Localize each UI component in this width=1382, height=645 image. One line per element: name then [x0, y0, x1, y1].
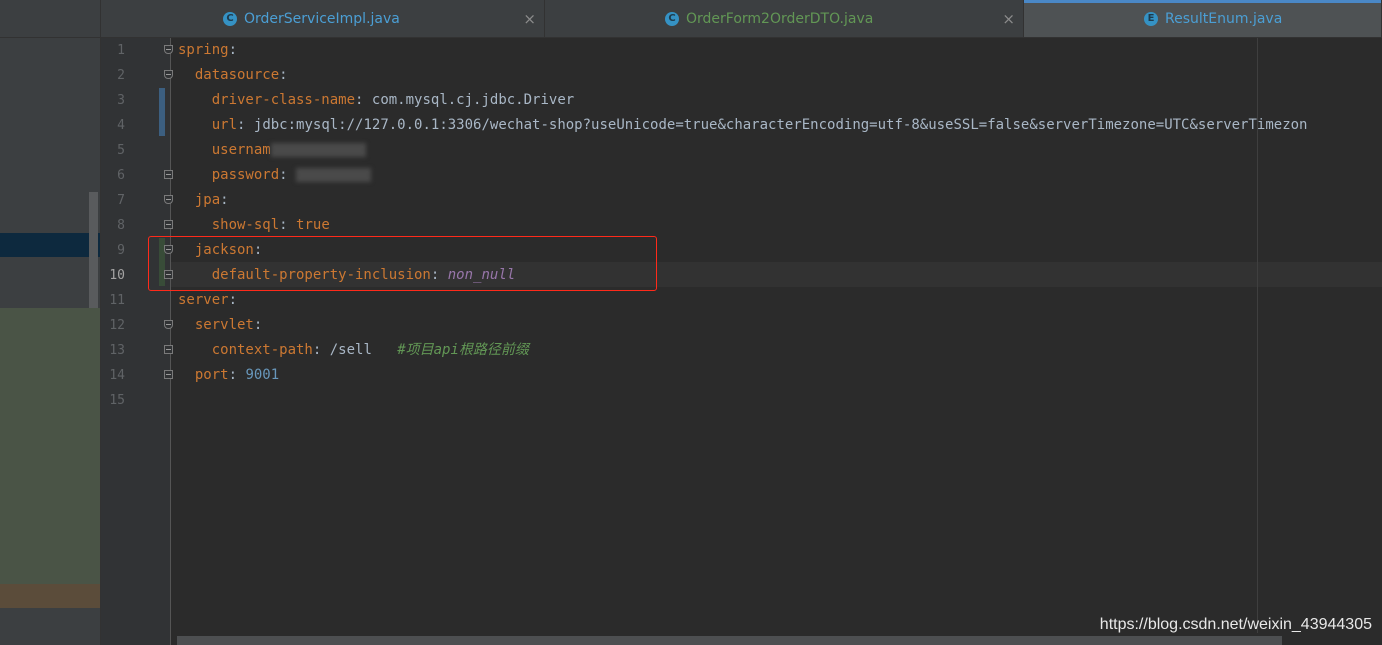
fold-icon[interactable] [164, 195, 173, 204]
code-line[interactable]: server: [178, 288, 237, 313]
java-class-icon: C [223, 11, 237, 26]
horizontal-scrollbar-thumb[interactable] [177, 636, 1282, 645]
line-number: 3 [117, 93, 125, 108]
code-line[interactable]: jpa: [178, 188, 229, 213]
yaml-value: jdbc:mysql://127.0.0.1:3306/wechat-shop?… [253, 117, 1308, 133]
line-number: 9 [117, 243, 125, 258]
java-enum-icon: E [1144, 11, 1158, 26]
yaml-value: 9001 [245, 367, 280, 383]
line-number: 5 [117, 143, 125, 158]
yaml-key: datasource [194, 67, 280, 83]
line-number: 7 [117, 193, 125, 208]
yaml-key: password [211, 167, 280, 183]
line-number: 12 [109, 318, 125, 333]
project-panel-region [0, 308, 100, 584]
code-line[interactable]: spring: [178, 38, 237, 63]
yaml-value: /sell [329, 342, 372, 358]
yaml-comment: #项目api根路径前缀 [397, 342, 529, 358]
project-panel-header [0, 0, 100, 38]
code-line[interactable]: usernam [178, 138, 366, 163]
tab-order-form-2-order-dto[interactable]: C OrderForm2OrderDTO.java × [545, 0, 1024, 37]
code-line[interactable]: url: jdbc:mysql://127.0.0.1:3306/wechat-… [178, 113, 1308, 138]
line-number: 2 [117, 68, 125, 83]
yaml-key: jpa [194, 192, 221, 208]
yaml-key: spring [178, 42, 229, 58]
fold-icon[interactable] [164, 345, 173, 354]
yaml-key: show-sql [211, 217, 280, 233]
watermark: https://blog.csdn.net/weixin_43944305 [1099, 616, 1372, 633]
line-number: 13 [109, 343, 125, 358]
editor-tab-bar: C OrderServiceImpl.java × C OrderForm2Or… [101, 0, 1382, 38]
fold-icon[interactable] [164, 70, 173, 79]
fold-icon[interactable] [164, 45, 173, 54]
project-panel[interactable] [0, 0, 101, 645]
yaml-key: server [178, 292, 229, 308]
redacted-value [270, 143, 366, 157]
fold-icon[interactable] [164, 370, 173, 379]
fold-icon[interactable] [164, 320, 173, 329]
code-line[interactable]: port: 9001 [178, 363, 279, 388]
code-line[interactable]: show-sql: true [178, 213, 330, 238]
redacted-value [296, 168, 372, 182]
line-number: 8 [117, 218, 125, 233]
line-number: 14 [109, 368, 125, 383]
line-number: 10 [109, 268, 125, 283]
code-line[interactable]: context-path: /sell #项目api根路径前缀 [178, 338, 529, 363]
line-number: 1 [117, 43, 125, 58]
line-number: 6 [117, 168, 125, 183]
yaml-key: usernam [211, 142, 271, 158]
yaml-value: com.mysql.cj.jdbc.Driver [371, 92, 575, 108]
tab-order-service-impl[interactable]: C OrderServiceImpl.java × [101, 0, 545, 37]
annotation-highlight-box [148, 236, 657, 291]
fold-icon[interactable] [164, 170, 173, 179]
code-line[interactable]: servlet: [178, 313, 262, 338]
line-number: 11 [109, 293, 125, 308]
close-icon[interactable]: × [523, 10, 536, 28]
tab-label: OrderForm2OrderDTO.java [686, 10, 874, 27]
java-class-icon: C [665, 11, 679, 26]
yaml-key: url [211, 117, 238, 133]
yaml-key: servlet [194, 317, 254, 333]
code-line[interactable]: password: [178, 163, 372, 188]
code-line[interactable]: driver-class-name: com.mysql.cj.jdbc.Dri… [178, 88, 574, 113]
yaml-key: context-path [211, 342, 313, 358]
code-line[interactable]: datasource: [178, 63, 288, 88]
yaml-value: true [296, 217, 330, 233]
tab-label: ResultEnum.java [1165, 10, 1283, 27]
project-panel-row[interactable] [0, 584, 100, 608]
line-number: 4 [117, 118, 125, 133]
fold-icon[interactable] [164, 220, 173, 229]
line-number: 15 [109, 393, 125, 408]
tab-label: OrderServiceImpl.java [244, 10, 400, 27]
yaml-key: port [194, 367, 229, 383]
project-panel-scrollbar[interactable] [89, 192, 98, 308]
yaml-key: driver-class-name [211, 92, 356, 108]
vcs-modified-marker[interactable] [159, 88, 165, 136]
project-panel-selected-row[interactable] [0, 233, 100, 257]
close-icon[interactable]: × [1002, 10, 1015, 28]
indent-guide [170, 38, 171, 645]
tab-result-enum[interactable]: E ResultEnum.java [1024, 0, 1382, 37]
